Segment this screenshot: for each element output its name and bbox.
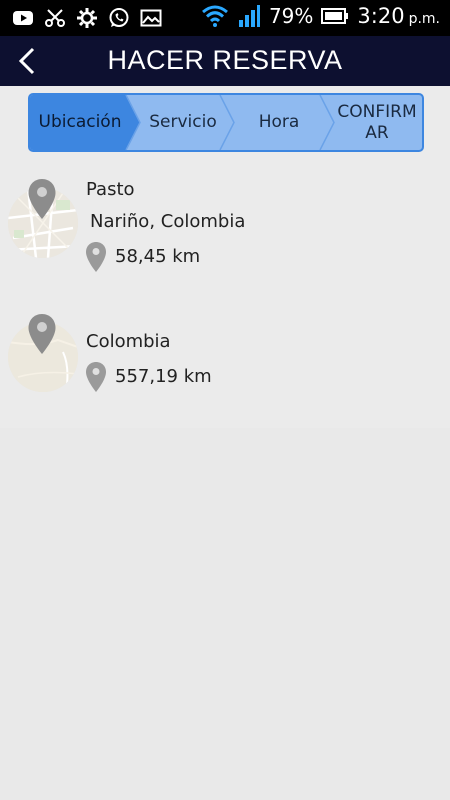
step-confirmar-label-line1: CONFIRM (337, 101, 417, 122)
clock-time: 3:20 (357, 4, 405, 28)
location-subtitle: Nariño, Colombia (90, 211, 246, 232)
status-bar: 79% 3:20 p.m. (0, 0, 450, 36)
page-title: HACER RESERVA (107, 45, 343, 75)
step-hora[interactable]: Hora (234, 95, 324, 150)
step-confirmar-label-line2: AR (365, 122, 389, 143)
scissors-icon (45, 9, 65, 27)
signal-icon (238, 5, 260, 27)
location-distance: 58,45 km (115, 246, 201, 267)
location-item[interactable]: Pasto Nariño, Colombia 58,45 km (0, 170, 450, 280)
booking-stepper: Ubicación Servicio Hora CONFIRM AR (28, 93, 424, 152)
step-ubicacion[interactable]: Ubicación (30, 95, 130, 150)
location-name: Colombia (86, 331, 171, 352)
location-distance: 557,19 km (115, 366, 212, 387)
app-bar: HACER RESERVA (0, 36, 450, 86)
wifi-icon (201, 5, 228, 27)
location-item[interactable]: Colombia 557,19 km (0, 305, 450, 405)
gallery-icon (140, 9, 162, 27)
battery-percent: 79% (268, 4, 314, 28)
distance-pin-icon (86, 362, 106, 392)
location-name: Pasto (86, 179, 135, 200)
step-servicio[interactable]: Servicio (136, 95, 230, 150)
step-servicio-label: Servicio (149, 112, 217, 132)
step-hora-label: Hora (258, 112, 300, 132)
whatsapp-icon (109, 8, 129, 27)
gear-icon (77, 8, 97, 28)
empty-area (0, 428, 450, 800)
clock: 3:20 p.m. (357, 4, 440, 28)
location-pin-icon (28, 314, 56, 354)
distance-pin-icon (86, 242, 106, 272)
battery-icon (321, 8, 349, 24)
youtube-icon (13, 11, 33, 25)
step-ubicacion-label: Ubicación (38, 112, 122, 132)
clock-ampm: p.m. (408, 11, 440, 27)
location-pin-icon (28, 179, 56, 219)
step-confirmar[interactable]: CONFIRM AR (332, 95, 422, 150)
